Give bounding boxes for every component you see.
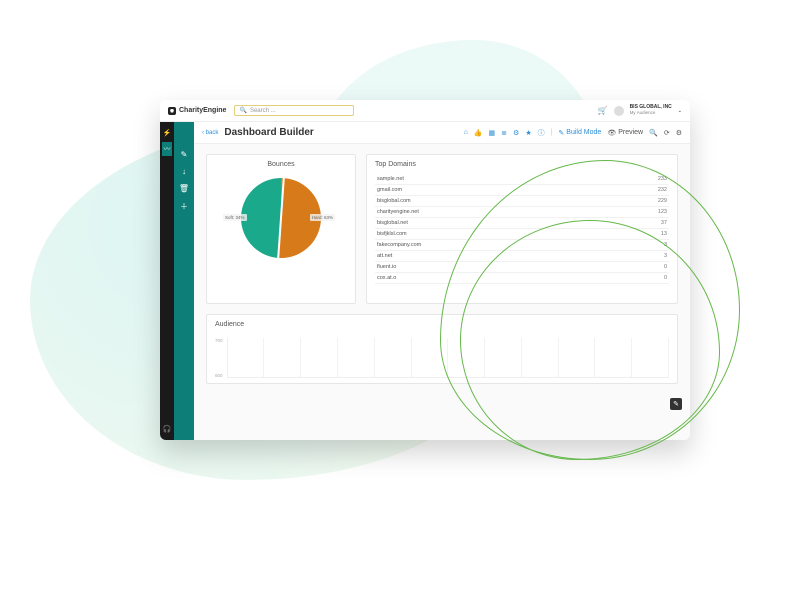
table-row[interactable]: fluent.io 0 [375,262,669,273]
action-star-icon[interactable]: ★ [525,129,531,137]
action-cog-icon[interactable]: ⚙ [513,129,519,137]
domain-name: bisglobal.net [377,220,408,226]
bounces-title: Bounces [267,161,294,168]
domain-name: gmail.com [377,187,402,193]
nav-analytics-icon[interactable]: 〰 [162,142,172,156]
domains-card: Top Domains sample.net 233 gmail.com 232 bis… [366,154,678,304]
title-actions: ⌂ 👍 ▦ ≣ ⚙ ★ ⓘ | ✎ Build Mode 👁 Preview 🔍… [464,128,682,138]
delete-icon[interactable]: 🗑 [179,184,189,193]
domain-count: 3 [664,253,667,259]
bounces-pie-chart: Soft: 34% Hard: 63% [241,178,321,258]
bounces-card: Bounces Soft: 34% Hard: 63% [206,154,356,304]
edit-fab-button[interactable]: ✎ [670,398,682,410]
domain-count: 229 [658,198,667,204]
domain-count: 13 [661,231,667,237]
back-link[interactable]: ‹ back [202,130,218,136]
table-row[interactable]: fakecompany.com 3 [375,240,669,251]
domain-name: fakecompany.com [377,242,421,248]
action-home-icon[interactable]: ⌂ [464,129,468,136]
domain-name: bisglobal.com [377,198,411,204]
domains-list: sample.net 233 gmail.com 232 bisglobal.com 22… [375,174,669,284]
audience-line [276,341,277,377]
domain-count: 123 [658,209,667,215]
domain-count: 37 [661,220,667,226]
domain-count: 232 [658,187,667,193]
chevron-down-icon[interactable]: ⌄ [678,108,682,114]
download-icon[interactable]: ↓ [182,167,186,176]
brand-name: CharityEngine [179,107,226,114]
edit-icon[interactable]: ✎ [181,150,188,159]
avatar[interactable] [614,106,624,116]
add-icon[interactable]: ＋ [180,201,188,212]
action-thumb-icon[interactable]: 👍 [474,129,483,137]
domain-name: sample.net [377,176,404,182]
build-mode-button[interactable]: ✎ Build Mode [558,129,601,137]
action-list-icon[interactable]: ≣ [501,129,507,137]
pie-label-hard: Hard: 63% [310,214,335,221]
page-title: Dashboard Builder [224,127,313,138]
domain-name: bisfjklsl.com [377,231,407,237]
tool-strip: ✎ ↓ 🗑 ＋ [174,122,194,440]
table-row[interactable]: bisglobal.com 229 [375,196,669,207]
brand[interactable]: CharityEngine [168,107,226,115]
action-gear-icon[interactable]: ⚙ [676,129,682,137]
table-row[interactable]: att.net 3 [375,251,669,262]
nav-bolt-icon[interactable]: ⚡ [162,126,172,140]
domain-name: cox.at.o [377,275,396,281]
audience-y-axis: 700 600 [215,338,225,378]
topbar: CharityEngine 🔍 Search ... 🛒 BIS GLOBAL,… [160,100,690,122]
audience-title: Audience [215,321,669,328]
nav-strip: ⚡ 〰 🎧 [160,122,174,440]
table-row[interactable]: sample.net 233 [375,174,669,185]
domain-name: fluent.io [377,264,396,270]
org-switcher[interactable]: BIS GLOBAL, INC My Audience [630,105,672,115]
domain-count: 0 [664,275,667,281]
topbar-right: 🛒 BIS GLOBAL, INC My Audience ⌄ [598,105,682,115]
org-sub: My Audience [630,111,672,116]
app-window: CharityEngine 🔍 Search ... 🛒 BIS GLOBAL,… [160,100,690,440]
content: Bounces Soft: 34% Hard: 63% Top Domains … [194,144,690,440]
search-placeholder: Search ... [250,108,276,114]
search-icon: 🔍 [239,107,246,114]
brand-logo-icon [168,107,176,115]
table-row[interactable]: bisfjklsl.com 13 [375,229,669,240]
audience-card: Audience 700 600 ↖ [206,314,678,384]
domain-name: charityengine.net [377,209,419,215]
action-vsep: | [551,129,553,136]
table-row[interactable]: charityengine.net 123 [375,207,669,218]
table-row[interactable]: gmail.com 232 [375,185,669,196]
action-refresh-icon[interactable]: ⟳ [664,129,670,137]
domain-name: att.net [377,253,392,259]
preview-button[interactable]: 👁 Preview [607,129,643,137]
nav-headset-icon[interactable]: 🎧 [162,422,172,436]
action-search-icon[interactable]: 🔍 [649,129,658,137]
domain-count: 3 [664,242,667,248]
cart-icon[interactable]: 🛒 [598,106,608,115]
domain-count: 233 [658,176,667,182]
audience-chart [227,338,669,378]
table-row[interactable]: cox.at.o 0 [375,273,669,284]
action-code-icon[interactable]: ⓘ [538,128,545,138]
domains-title: Top Domains [375,161,669,168]
search-input[interactable]: 🔍 Search ... [234,105,354,116]
domain-count: 0 [664,264,667,270]
table-row[interactable]: bisglobal.net 37 [375,218,669,229]
pie-label-soft: Soft: 34% [223,214,247,221]
titlebar: ‹ back Dashboard Builder ⌂ 👍 ▦ ≣ ⚙ ★ ⓘ |… [194,122,690,144]
action-grid-icon[interactable]: ▦ [489,129,496,137]
